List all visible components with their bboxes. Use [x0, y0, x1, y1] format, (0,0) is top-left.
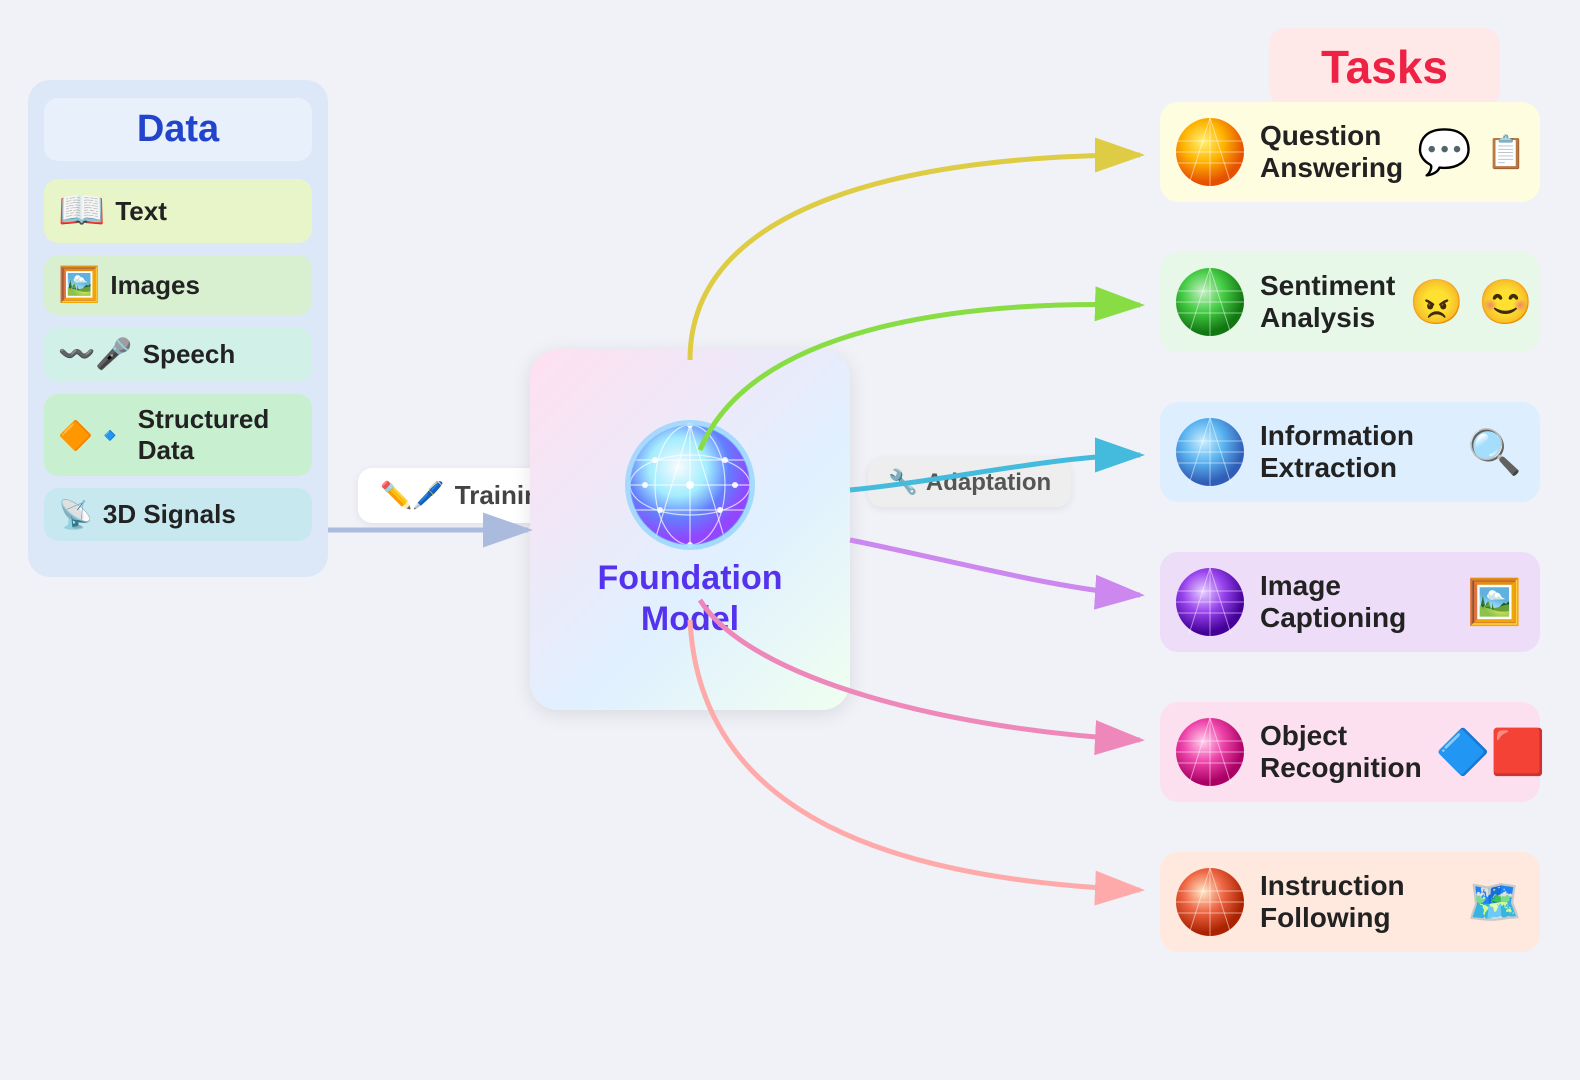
data-title: Data [44, 98, 312, 161]
task-ic-label: Image Captioning [1260, 570, 1453, 634]
magnifier-icon: 🔍 [1467, 426, 1522, 478]
task-card-if: Instruction Following 🗺️ [1160, 852, 1540, 952]
data-item-text: 📖 Text [44, 179, 312, 243]
task-card-qa: Question Answering 💬 📋 [1160, 102, 1540, 202]
shapes-icon: 🔷🟥 [1436, 726, 1546, 778]
database-icon: 🔶🔹 [58, 419, 128, 452]
globe-ic-icon [1174, 566, 1246, 638]
task-or-label: Object Recognition [1260, 720, 1422, 784]
pencils-icon: ✏️🖊️ [380, 480, 445, 511]
data-item-speech: 〰️🎤 Speech [44, 327, 312, 382]
map-icon: 🗺️ [1467, 876, 1522, 928]
globe-sa-icon [1174, 266, 1246, 338]
globe-ie-icon [1174, 416, 1246, 488]
qa-list-icon: 📋 [1486, 133, 1526, 171]
task-card-or: Object Recognition 🔷🟥 [1160, 702, 1540, 802]
task-ie-label: Information Extraction [1260, 420, 1453, 484]
sad-face-icon: 😠 [1409, 276, 1464, 328]
task-card-ic: Image Captioning 🖼️ [1160, 552, 1540, 652]
arrow-to-qa [690, 155, 1140, 360]
happy-face-icon: 😊 [1478, 276, 1533, 328]
globe-if-icon [1174, 866, 1246, 938]
task-qa-label: Question Answering [1260, 120, 1403, 184]
data-panel: Data 📖 Text 🖼️ Images 〰️🎤 Speech 🔶🔹 Stru… [28, 80, 328, 577]
photo-icon: 🖼️ [1467, 576, 1522, 628]
foundation-globe-icon [625, 420, 755, 550]
data-item-3dsignals: 📡 3D Signals [44, 488, 312, 541]
data-item-images: 🖼️ Images [44, 255, 312, 315]
mic-icon: 〰️🎤 [58, 337, 133, 372]
globe-or-icon [1174, 716, 1246, 788]
arrow-to-ic [850, 540, 1140, 595]
data-item-structured: 🔶🔹 Structured Data [44, 394, 312, 476]
book-icon: 📖 [58, 189, 105, 233]
task-if-label: Instruction Following [1260, 870, 1453, 934]
task-sa-label: Sentiment Analysis [1260, 270, 1395, 334]
globe-qa-icon [1174, 116, 1246, 188]
foundation-model-box: FoundationModel [530, 350, 850, 710]
adaptation-box: 🔧 Adaptation [868, 458, 1071, 507]
tasks-title: Tasks [1269, 28, 1500, 106]
task-card-sa: Sentiment Analysis 😠 😊 [1160, 252, 1540, 352]
foundation-model-label: FoundationModel [597, 558, 782, 640]
wrench-icon: 🔧 [888, 468, 918, 497]
image-icon: 🖼️ [58, 265, 100, 305]
task-card-ie: Information Extraction 🔍 [1160, 402, 1540, 502]
qa-icon: 💬 [1417, 126, 1472, 178]
wifi-icon: 📡 [58, 498, 93, 531]
